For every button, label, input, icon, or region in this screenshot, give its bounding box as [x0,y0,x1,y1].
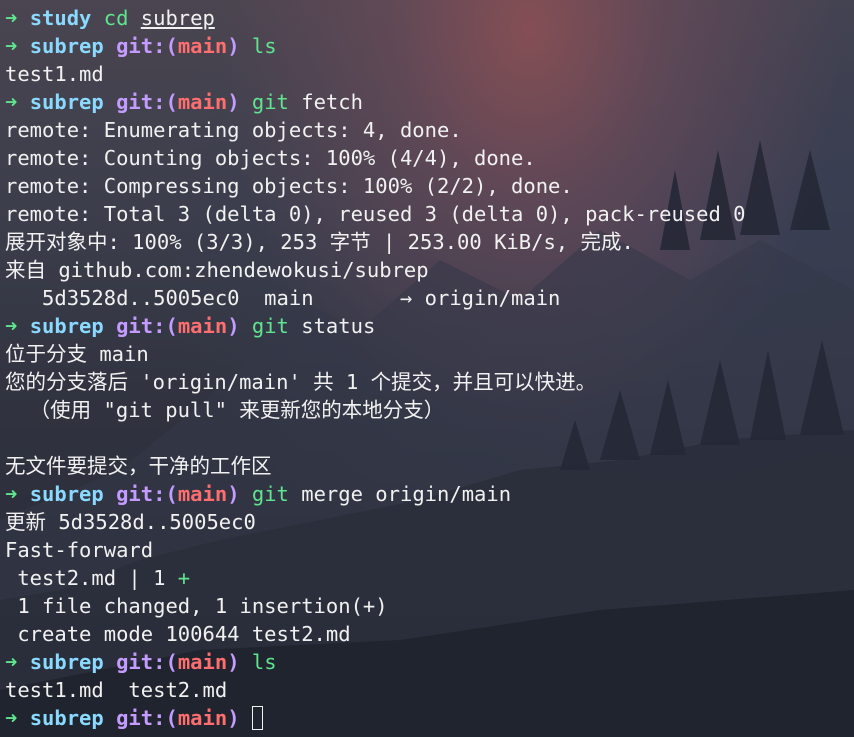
output-line: test1.md test2.md [5,676,854,704]
prompt-directory: subrep [29,34,104,58]
output-text: create mode 100644 test2.md [5,622,351,646]
output-text: 1 file changed, 1 insertion(+) [5,594,388,618]
output-text: remote: Total 3 (delta 0), reused 3 (del… [5,202,746,226]
diffstat-text: test2.md | 1 [5,566,178,590]
prompt-arrow-icon: ➜ [5,6,18,30]
git-branch: main [177,90,228,114]
prompt-line: ➜ subrep git:(main) ls [5,32,854,60]
prompt-directory: subrep [29,482,104,506]
prompt-line: ➜ subrep git:(main) git fetch [5,88,854,116]
prompt-arrow-icon: ➜ [5,90,18,114]
command-args: merge origin/main [301,482,512,506]
output-text: 5d3528d..5005ec0 main → origin/main [5,286,561,310]
output-line: 1 file changed, 1 insertion(+) [5,592,854,620]
prompt-line: ➜ subrep git:(main) [5,704,854,732]
output-line: create mode 100644 test2.md [5,620,854,648]
git-label: git:( [116,314,178,338]
git-branch: main [177,706,228,730]
prompt-arrow-icon: ➜ [5,314,18,338]
output-line: 来自 github.com:zhendewokusi/subrep [5,256,854,284]
command-name: git [251,90,289,114]
output-text: （使用 "git pull" 来更新您的本地分支） [5,398,445,422]
terminal-window[interactable]: ➜ study cd subrep ➜ subrep git:(main) ls t… [0,0,854,737]
output-text: 无文件要提交，干净的工作区 [5,454,272,478]
git-label-close: ) [227,314,240,338]
output-line: 展开对象中: 100% (3/3), 253 字节 | 253.00 KiB/s… [5,228,854,256]
output-text: 位于分支 main [5,342,149,366]
output-line: 更新 5d3528d..5005ec0 [5,508,854,536]
command-args: subrep [140,6,215,30]
diffstat-line: test2.md | 1 + [5,564,854,592]
git-branch: main [177,314,228,338]
git-label-close: ) [227,706,240,730]
git-label: git:( [116,706,178,730]
terminal-output: ➜ study cd subrep ➜ subrep git:(main) ls t… [0,0,854,732]
prompt-line: ➜ subrep git:(main) ls [5,648,854,676]
git-label: git:( [116,90,178,114]
output-line: test1.md [5,60,854,88]
output-text: 您的分支落后 'origin/main' 共 1 个提交，并且可以快进。 [5,370,597,394]
output-text: remote: Counting objects: 100% (4/4), do… [5,146,536,170]
prompt-line: ➜ subrep git:(main) git merge origin/mai… [5,480,854,508]
output-line: 位于分支 main [5,340,854,368]
command-name: git [251,314,289,338]
output-text: test1.md test2.md [5,678,228,702]
command-name: git [251,482,289,506]
git-label: git:( [116,34,178,58]
command-name: ls [251,650,277,674]
output-line: 无文件要提交，干净的工作区 [5,452,854,480]
prompt-directory: study [29,6,92,30]
terminal-cursor[interactable] [251,706,263,730]
git-label-close: ) [227,650,240,674]
output-line: （使用 "git pull" 来更新您的本地分支） [5,396,854,424]
git-label-close: ) [227,34,240,58]
output-line: remote: Enumerating objects: 4, done. [5,116,854,144]
command-name: cd [103,6,129,30]
prompt-arrow-icon: ➜ [5,34,18,58]
prompt-directory: subrep [29,90,104,114]
prompt-directory: subrep [29,706,104,730]
output-text: 来自 github.com:zhendewokusi/subrep [5,258,429,282]
prompt-directory: subrep [29,650,104,674]
output-text: 展开对象中: 100% (3/3), 253 字节 | 253.00 KiB/s… [5,230,634,254]
command-args: fetch [301,90,363,114]
output-line: remote: Counting objects: 100% (4/4), do… [5,144,854,172]
diffstat-plus: + [177,566,191,590]
command-args: status [301,314,376,338]
output-line: 您的分支落后 'origin/main' 共 1 个提交，并且可以快进。 [5,368,854,396]
prompt-arrow-icon: ➜ [5,650,18,674]
git-label: git:( [116,650,178,674]
prompt-line: ➜ study cd subrep [5,4,854,32]
prompt-arrow-icon: ➜ [5,482,18,506]
output-line: 5d3528d..5005ec0 main → origin/main [5,284,854,312]
output-line: remote: Compressing objects: 100% (2/2),… [5,172,854,200]
prompt-arrow-icon: ➜ [5,706,18,730]
prompt-directory: subrep [29,314,104,338]
git-branch: main [177,482,228,506]
output-text: Fast-forward [5,538,154,562]
output-line: remote: Total 3 (delta 0), reused 3 (del… [5,200,854,228]
output-text: 更新 5d3528d..5005ec0 [5,510,256,534]
output-text: remote: Compressing objects: 100% (2/2),… [5,174,573,198]
git-label-close: ) [227,90,240,114]
command-name: ls [251,34,277,58]
git-branch: main [177,34,228,58]
git-label: git:( [116,482,178,506]
output-text: test1.md [5,62,104,86]
git-label-close: ) [227,482,240,506]
output-text: remote: Enumerating objects: 4, done. [5,118,462,142]
output-line: Fast-forward [5,536,854,564]
git-branch: main [177,650,228,674]
prompt-line: ➜ subrep git:(main) git status [5,312,854,340]
